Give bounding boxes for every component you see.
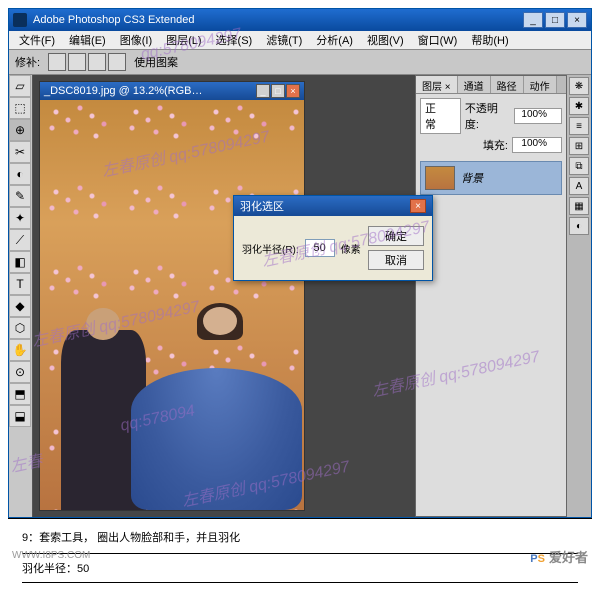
tool-foreground-color[interactable]: ⬒ [9,383,31,405]
menu-bar: 文件(F) 编辑(E) 图像(I) 图层(L) 选择(S) 滤镜(T) 分析(A… [9,31,591,49]
document-window: _DSC8019.jpg @ 13.2%(RGB… _ □ × [39,81,305,511]
character-icon[interactable]: A [569,177,589,195]
styles-icon[interactable]: ✱ [569,97,589,115]
tool-brush[interactable]: ✎ [9,185,31,207]
document-canvas[interactable] [40,100,304,510]
image-man-head [86,308,120,340]
image-woman-dress [131,368,302,510]
dialog-unit: 像素 [341,241,361,256]
maximize-button[interactable]: □ [545,12,565,28]
dialog-close-button[interactable]: × [410,199,426,213]
menu-edit[interactable]: 编辑(E) [63,30,112,50]
tool-type[interactable]: T [9,273,31,295]
paragraph-icon[interactable]: ▦ [569,197,589,215]
options-add-selection[interactable] [68,53,86,71]
dialog-radius-label: 羽化半径(R): [242,241,299,256]
doc-minimize-button[interactable]: _ [256,84,270,98]
menu-image[interactable]: 图像(I) [114,30,158,50]
color-icon[interactable]: ◐ [569,217,589,235]
app-icon [13,13,27,27]
swatches-icon[interactable]: ❋ [569,77,589,95]
opacity-label: 不透明度: [465,100,510,132]
blend-mode-select[interactable]: 正常 [420,98,461,134]
options-mode: 使用图案 [134,54,178,70]
tool-pen[interactable]: ◆ [9,295,31,317]
panel-sidebar: ❋ ✱ ≡ ⊞ ⧉ A ▦ ◐ [567,75,591,517]
close-button[interactable]: × [567,12,587,28]
tool-lasso[interactable]: ⊕ [9,119,31,141]
tool-crop[interactable]: ✂ [9,141,31,163]
doc-maximize-button[interactable]: □ [271,84,285,98]
canvas-area: _DSC8019.jpg @ 13.2%(RGB… _ □ × [33,75,415,517]
menu-view[interactable]: 视图(V) [361,30,410,50]
panels-area: 图层 × 通道 路径 动作 正常 不透明度: 100% 填充: 100% [415,75,591,517]
tool-gradient[interactable]: ◧ [9,251,31,273]
toolbox: ▱ ⬚ ⊕ ✂ ◐ ✎ ✦ ⟋ ◧ T ◆ ⬡ ✋ ⊙ ⬒ ⬓ [9,75,33,517]
options-intersect-selection[interactable] [108,53,126,71]
footer-url: WWW.I8PS.COM [12,550,90,561]
menu-analysis[interactable]: 分析(A) [310,30,359,50]
dialog-title: 羽化选区 [240,198,284,214]
options-label: 修补: [15,54,40,70]
panel-tabs: 图层 × 通道 路径 动作 [416,76,566,94]
menu-help[interactable]: 帮助(H) [465,30,514,50]
image-figures [40,285,304,511]
document-titlebar[interactable]: _DSC8019.jpg @ 13.2%(RGB… _ □ × [40,82,304,100]
menu-window[interactable]: 窗口(W) [412,30,464,50]
dialog-titlebar[interactable]: 羽化选区 × [234,196,432,216]
app-title: Adobe Photoshop CS3 Extended [33,14,194,26]
doc-close-button[interactable]: × [286,84,300,98]
tool-hand[interactable]: ✋ [9,339,31,361]
feather-dialog: 羽化选区 × 羽化半径(R): 像素 确定 取消 [233,195,433,281]
tool-zoom[interactable]: ⊙ [9,361,31,383]
app-titlebar: Adobe Photoshop CS3 Extended _ □ × [9,9,591,31]
dialog-ok-button[interactable]: 确定 [368,226,424,246]
footer-logo: PS爱好者 [530,542,588,568]
opacity-input[interactable]: 100% [514,108,562,124]
footer: WWW.I8PS.COM PS爱好者 [12,542,588,568]
minimize-button[interactable]: _ [523,12,543,28]
options-new-selection[interactable] [48,53,66,71]
dialog-cancel-button[interactable]: 取消 [368,250,424,270]
tool-marquee[interactable]: ⬚ [9,97,31,119]
tab-channels[interactable]: 通道 [458,76,491,93]
tool-background-color[interactable]: ⬓ [9,405,31,427]
tool-clone[interactable]: ⟋ [9,229,31,251]
document-title: _DSC8019.jpg @ 13.2%(RGB… [44,85,203,97]
tab-actions[interactable]: 动作 [524,76,557,93]
image-woman [146,307,289,510]
tab-paths[interactable]: 路径 [491,76,524,93]
info-icon[interactable]: ⧉ [569,157,589,175]
fill-label: 填充: [483,137,508,153]
fill-input[interactable]: 100% [512,137,562,153]
menu-file[interactable]: 文件(F) [13,30,61,50]
options-bar: 修补: 使用图案 [9,49,591,75]
layer-thumbnail [425,166,455,190]
tab-layers[interactable]: 图层 × [416,76,458,93]
tool-healing[interactable]: ✦ [9,207,31,229]
dialog-radius-input[interactable] [305,239,335,257]
tool-eyedropper[interactable]: ◐ [9,163,31,185]
tool-shape[interactable]: ⬡ [9,317,31,339]
navigator-icon[interactable]: ≡ [569,117,589,135]
menu-select[interactable]: 选择(S) [210,30,259,50]
options-subtract-selection[interactable] [88,53,106,71]
tool-move[interactable]: ▱ [9,75,31,97]
menu-filter[interactable]: 滤镜(T) [260,30,308,50]
histogram-icon[interactable]: ⊞ [569,137,589,155]
layer-name: 背景 [461,170,483,186]
menu-layer[interactable]: 图层(L) [160,30,207,50]
layer-background[interactable]: 背景 [420,161,562,195]
